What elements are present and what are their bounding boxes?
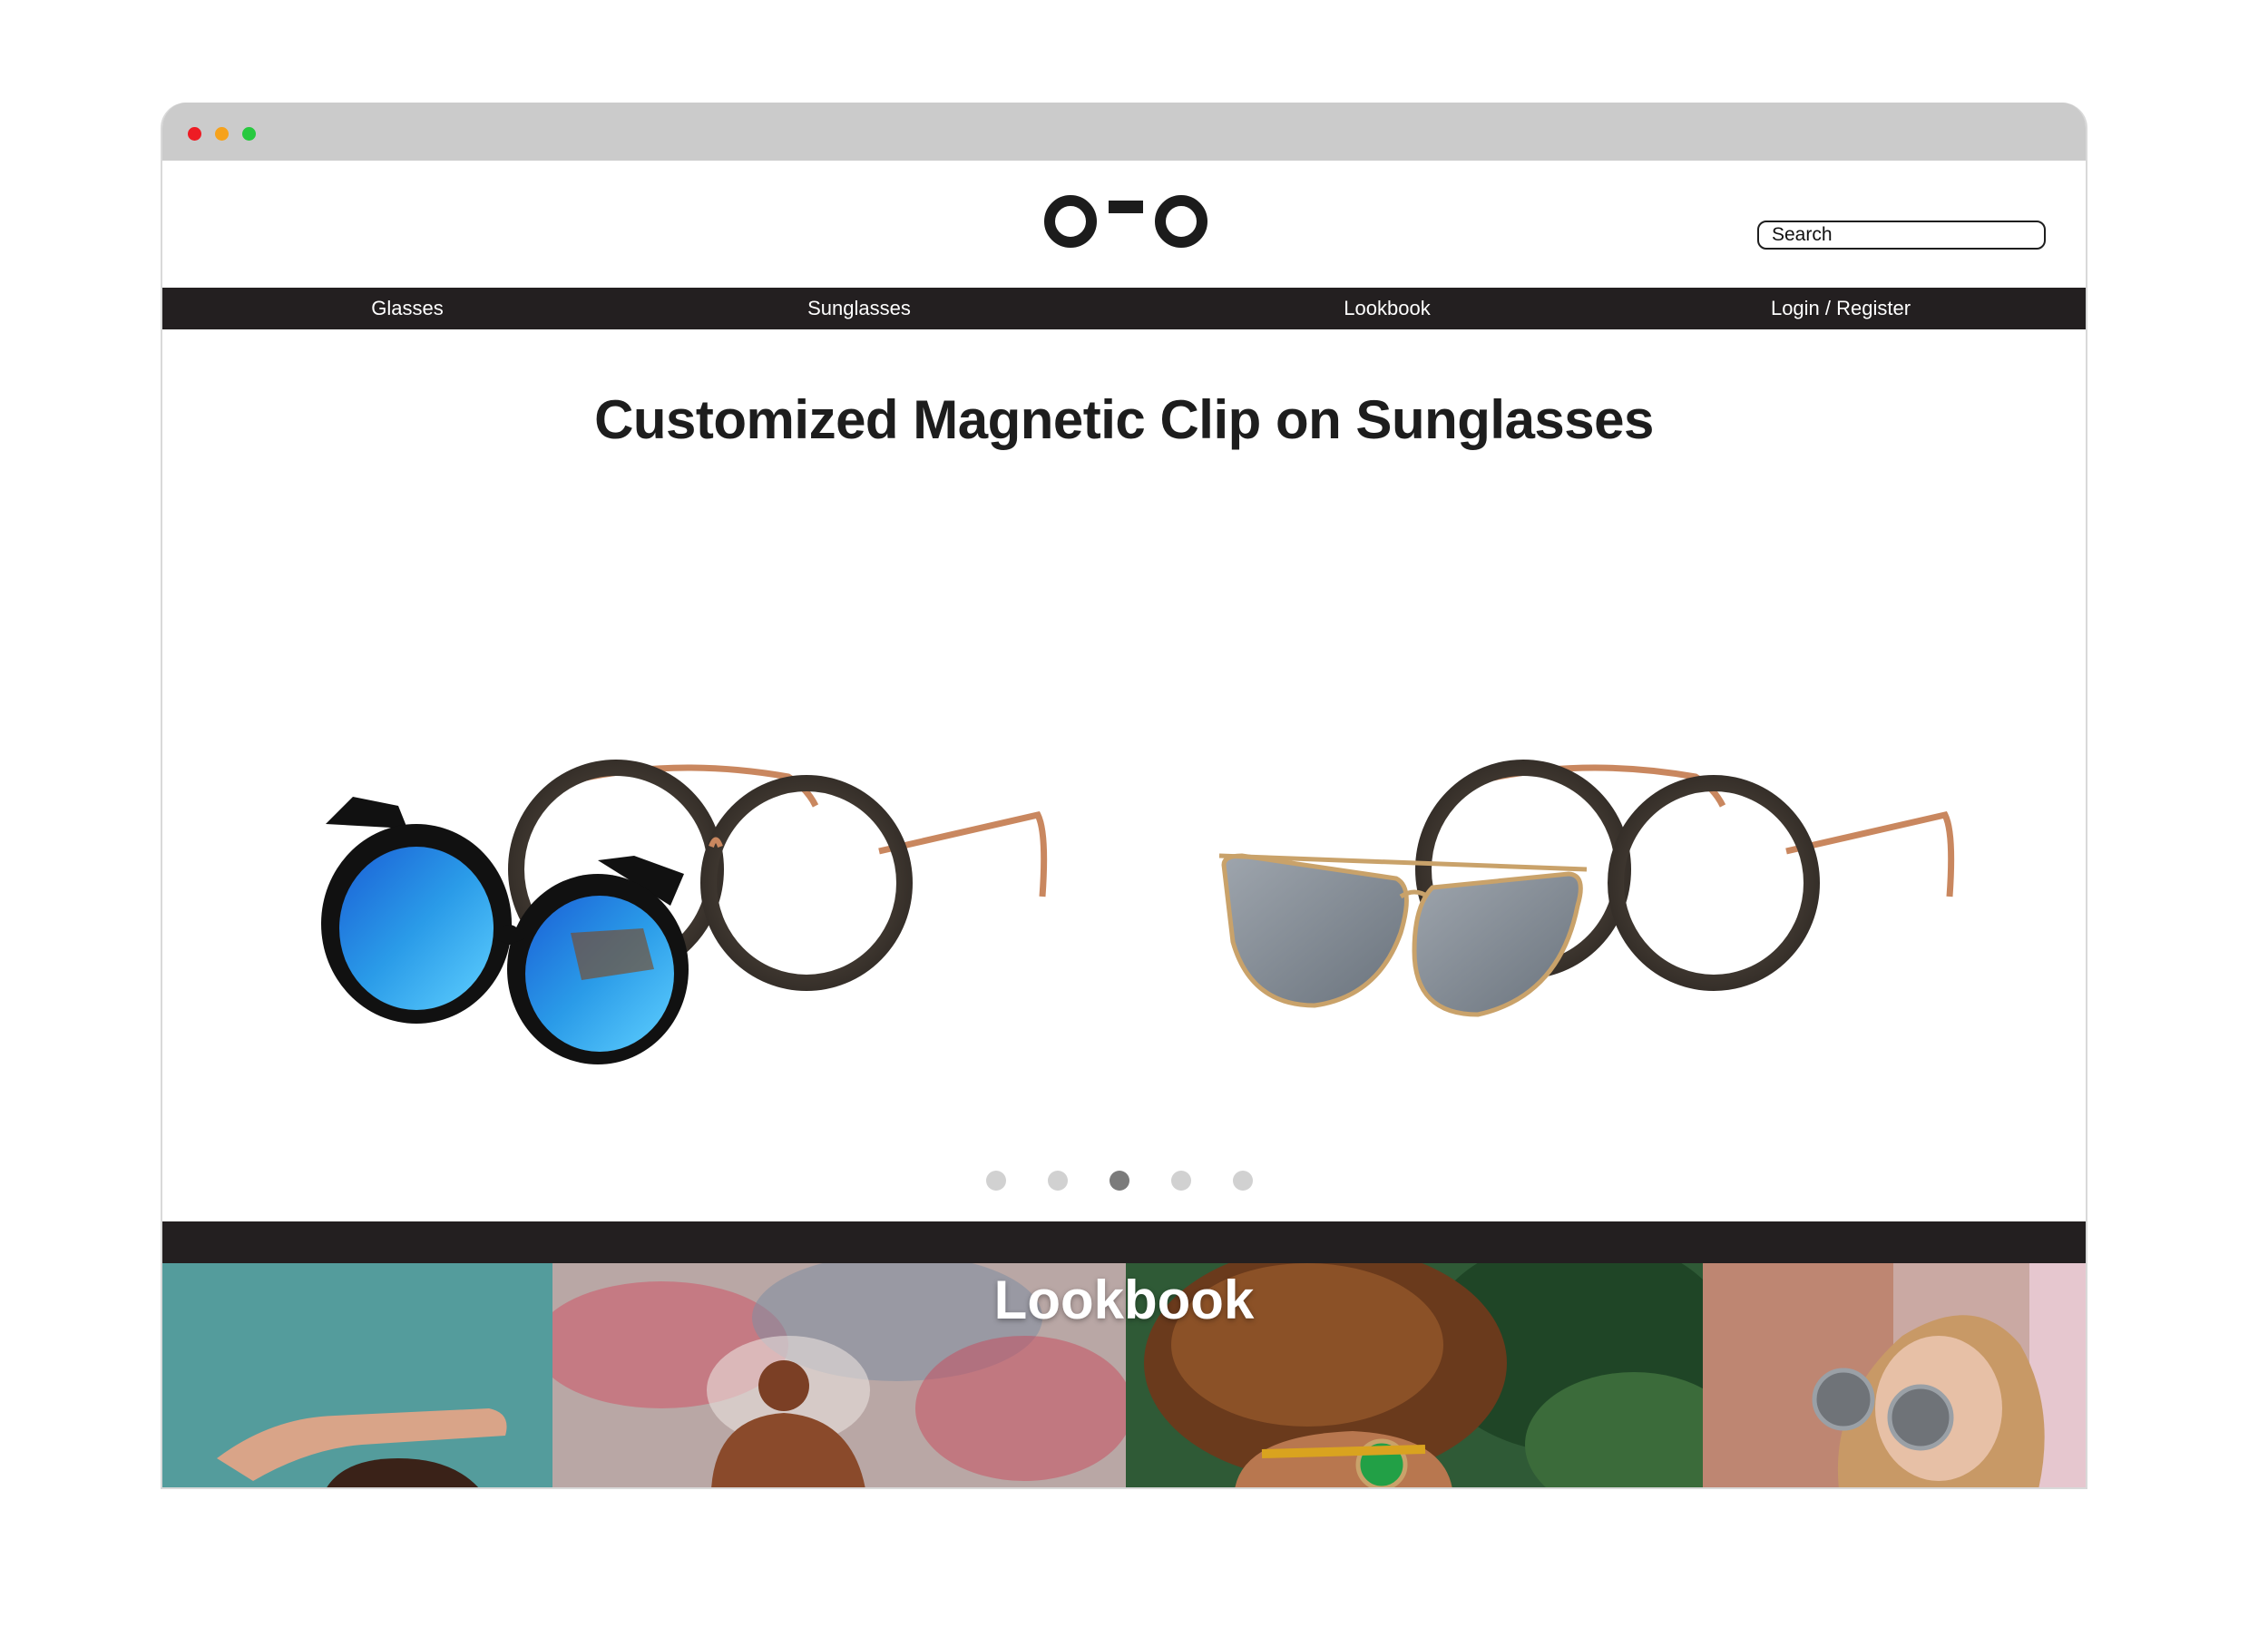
browser-window: Glasses Sunglasses Lookbook Login / Regi… xyxy=(161,103,2087,1489)
search-input[interactable] xyxy=(1757,221,2046,250)
carousel-dot-1[interactable] xyxy=(986,1171,1006,1191)
maximize-window-button[interactable] xyxy=(242,127,256,141)
browser-titlebar xyxy=(162,103,2086,161)
nav-login-register[interactable]: Login / Register xyxy=(1771,288,1911,329)
nav-glasses[interactable]: Glasses xyxy=(371,288,443,329)
site-header xyxy=(162,161,2086,288)
carousel-dot-2[interactable] xyxy=(1048,1171,1068,1191)
nav-lookbook[interactable]: Lookbook xyxy=(1344,288,1430,329)
main-nav: Glasses Sunglasses Lookbook Login / Regi… xyxy=(162,288,2086,329)
cat-eye-blue-mirror-clip-glasses-image[interactable] xyxy=(298,670,1070,1078)
nav-sunglasses[interactable]: Sunglasses xyxy=(807,288,911,329)
hero-title: Customized Magnetic Clip on Sunglasses xyxy=(594,389,1654,450)
silver-aviator-clip-glasses-image[interactable] xyxy=(1206,670,1977,1078)
carousel-dot-3-active[interactable] xyxy=(1110,1171,1129,1191)
minimize-window-button[interactable] xyxy=(215,127,229,141)
carousel-dot-4[interactable] xyxy=(1171,1171,1191,1191)
carousel-dot-5[interactable] xyxy=(1233,1171,1253,1191)
lookbook-title[interactable]: Lookbook xyxy=(162,1269,2086,1331)
oo-logo-icon[interactable] xyxy=(1042,190,1209,250)
lookbook-divider-bar xyxy=(162,1221,2086,1263)
close-window-button[interactable] xyxy=(188,127,201,141)
carousel-dots xyxy=(162,1171,2086,1192)
